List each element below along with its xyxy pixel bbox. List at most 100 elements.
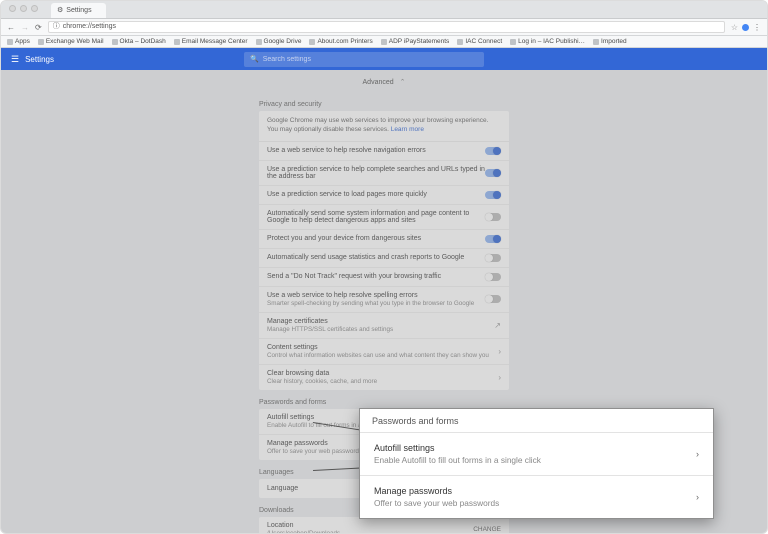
setting-row: Automatically send some system informati… (259, 205, 509, 230)
section-header-privacy: Privacy and security (259, 98, 509, 111)
bookmark-icon (38, 39, 44, 45)
apps-icon (7, 39, 13, 45)
setting-sublabel: Control what information websites can us… (267, 352, 498, 359)
callout-row-subtitle: Offer to save your web passwords (374, 498, 499, 508)
toggle-switch[interactable] (485, 273, 501, 281)
bookmark-label: Log in – IAC Publishi… (518, 38, 585, 45)
settings-body: Advanced ⌃ Privacy and security Google C… (1, 70, 767, 534)
setting-row: Use a prediction service to help complet… (259, 161, 509, 186)
learn-more-link[interactable]: Learn more (391, 126, 424, 133)
callout-row-title: Autofill settings (374, 443, 541, 453)
callout-autofill-settings[interactable]: Autofill settings Enable Autofill to fil… (360, 432, 713, 475)
bookmark-icon (256, 39, 262, 45)
setting-label: Use a web service to help resolve spelli… (267, 292, 485, 299)
callout-row-title: Manage passwords (374, 486, 499, 496)
search-icon: 🔍 (250, 55, 259, 63)
chevron-right-icon: › (498, 373, 501, 382)
setting-label: Use a prediction service to help complet… (267, 166, 485, 180)
callout-popover: Passwords and forms Autofill settings En… (359, 408, 714, 519)
chevron-up-icon: ⌃ (400, 79, 406, 86)
bookmark-icon (174, 39, 180, 45)
setting-row-link[interactable]: Clear browsing dataClear history, cookie… (259, 365, 509, 390)
page-title: Settings (25, 55, 54, 64)
hamburger-icon[interactable]: ☰ (11, 54, 19, 65)
bookmark-apps[interactable]: Apps (7, 38, 30, 45)
advanced-toggle[interactable]: Advanced ⌃ (1, 70, 767, 98)
setting-label: Use a web service to help resolve naviga… (267, 147, 485, 154)
toggle-switch[interactable] (485, 147, 501, 155)
chevron-right-icon: › (498, 347, 501, 356)
bookmark-item[interactable]: IAC Connect (457, 38, 502, 45)
close-icon[interactable] (9, 5, 16, 12)
bookmark-label: IAC Connect (465, 38, 502, 45)
setting-row-link[interactable]: Manage certificatesManage HTTPS/SSL cert… (259, 313, 509, 339)
setting-row-link[interactable]: Content settingsControl what information… (259, 339, 509, 365)
bookmark-label: Email Message Center (182, 38, 248, 45)
section-header-passwords: Passwords and forms (259, 396, 509, 409)
bookmark-item[interactable]: About.com Printers (309, 38, 372, 45)
window-controls[interactable] (9, 5, 38, 12)
setting-label: Protect you and your device from dangero… (267, 235, 485, 242)
setting-label: Use a prediction service to load pages m… (267, 191, 485, 198)
toggle-switch[interactable] (485, 169, 501, 177)
bookmark-star-icon[interactable]: ☆ (731, 23, 738, 32)
bookmark-label: Exchange Web Mail (46, 38, 104, 45)
bookmark-label: About.com Printers (317, 38, 372, 45)
toggle-switch[interactable] (485, 213, 501, 221)
bookmark-item[interactable]: Google Drive (256, 38, 302, 45)
setting-sublabel: Smarter spell-checking by sending what y… (267, 300, 485, 307)
setting-row: Protect you and your device from dangero… (259, 230, 509, 249)
callout-title: Passwords and forms (360, 409, 713, 432)
toggle-switch[interactable] (485, 191, 501, 199)
url-text: chrome://settings (63, 22, 116, 32)
chevron-right-icon: › (696, 492, 699, 502)
search-input[interactable] (263, 56, 354, 63)
setting-label: Manage certificates (267, 318, 494, 325)
advanced-label: Advanced (363, 79, 394, 86)
browser-tab[interactable]: ⚙ Settings (51, 3, 106, 18)
bookmark-icon (112, 39, 118, 45)
bookmark-item[interactable]: Email Message Center (174, 38, 248, 45)
setting-label: Automatically send some system informati… (267, 210, 485, 224)
forward-icon[interactable]: → (21, 23, 29, 32)
setting-row: Automatically send usage statistics and … (259, 249, 509, 268)
downloads-card: Location/Users/ccohen/DownloadsCHANGE As… (259, 517, 509, 534)
bookmark-item[interactable]: ADP iPayStatements (381, 38, 450, 45)
setting-label: Automatically send usage statistics and … (267, 254, 485, 261)
bookmark-item[interactable]: Imported (593, 38, 627, 45)
toggle-switch[interactable] (485, 254, 501, 262)
desc-text: Google Chrome may use web services to im… (267, 117, 488, 133)
toggle-switch[interactable] (485, 295, 501, 303)
back-icon[interactable]: ← (7, 23, 15, 32)
download-location-row: Location/Users/ccohen/DownloadsCHANGE (259, 517, 509, 534)
gear-icon: ⚙ (57, 3, 63, 18)
maximize-icon[interactable] (31, 5, 38, 12)
setting-row: Use a prediction service to load pages m… (259, 186, 509, 205)
bookmarks-bar: Apps Exchange Web Mail Okta – DotDash Em… (1, 36, 767, 48)
callout-manage-passwords[interactable]: Manage passwords Offer to save your web … (360, 475, 713, 518)
bookmark-item[interactable]: Log in – IAC Publishi… (510, 38, 585, 45)
bookmark-icon (593, 39, 599, 45)
setting-label: Location (267, 522, 473, 529)
reload-icon[interactable]: ⟳ (35, 23, 42, 32)
settings-search[interactable]: 🔍 (244, 52, 484, 67)
bookmark-label: Google Drive (264, 38, 302, 45)
bookmark-item[interactable]: Exchange Web Mail (38, 38, 104, 45)
toolbar: ← → ⟳ ⓘ chrome://settings ☆ ⋮ (1, 19, 767, 36)
address-bar[interactable]: ⓘ chrome://settings (48, 21, 725, 33)
menu-icon[interactable]: ⋮ (753, 23, 761, 32)
toggle-switch[interactable] (485, 235, 501, 243)
bookmark-item[interactable]: Okta – DotDash (112, 38, 166, 45)
bookmark-label: Apps (15, 38, 30, 45)
change-button[interactable]: CHANGE (473, 526, 501, 533)
callout-row-subtitle: Enable Autofill to fill out forms in a s… (374, 455, 541, 465)
info-icon: ⓘ (53, 22, 60, 32)
tab-strip: ⚙ Settings (1, 1, 767, 19)
bookmark-label: Okta – DotDash (120, 38, 166, 45)
chevron-right-icon: › (696, 449, 699, 459)
profile-avatar[interactable] (742, 24, 749, 31)
minimize-icon[interactable] (20, 5, 27, 12)
browser-window: ⚙ Settings ← → ⟳ ⓘ chrome://settings ☆ ⋮… (0, 0, 768, 534)
bookmark-icon (457, 39, 463, 45)
setting-row: Send a "Do Not Track" request with your … (259, 268, 509, 287)
